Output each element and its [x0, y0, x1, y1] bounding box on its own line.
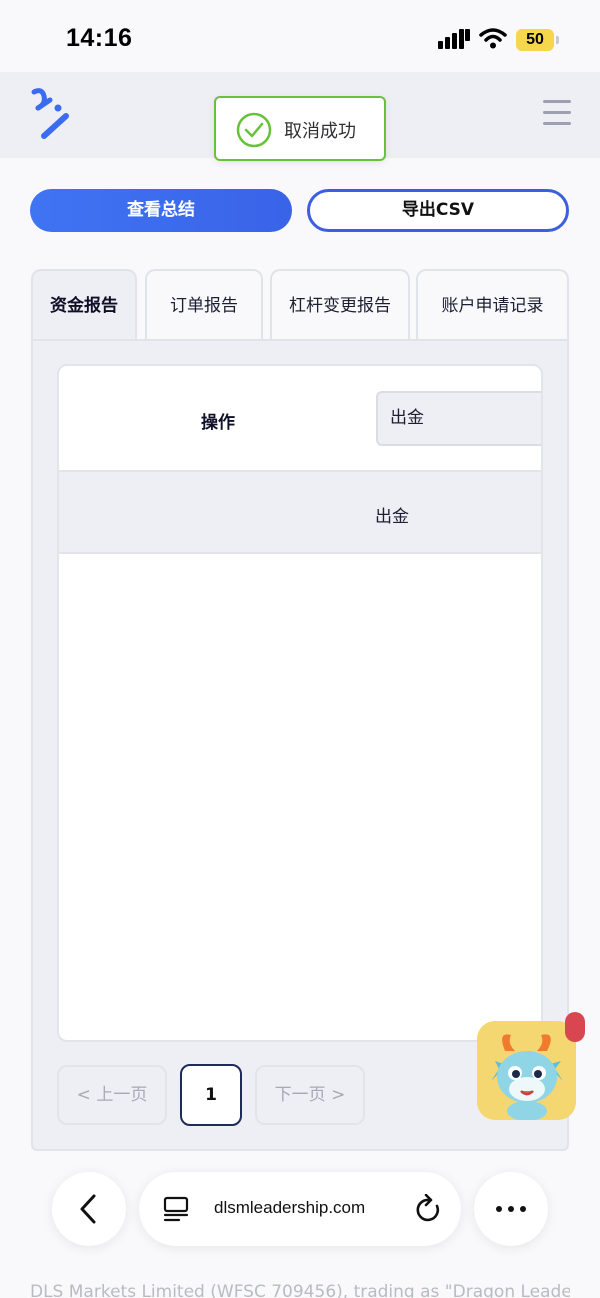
signal-icon [438, 29, 470, 49]
back-icon [80, 1194, 96, 1224]
tab-fund-report[interactable]: 资金报告 [31, 269, 137, 341]
export-csv-button[interactable]: 导出CSV [307, 189, 569, 232]
more-icon [496, 1206, 526, 1212]
tab-account-applications[interactable]: 账户申请记录 [416, 269, 569, 341]
notification-badge [565, 1012, 585, 1042]
operation-filter-select[interactable]: 出金 [376, 391, 541, 446]
address-bar[interactable]: dlsmleadership.com [139, 1172, 461, 1246]
mascot-icon[interactable] [477, 1021, 576, 1120]
reader-icon[interactable] [163, 1196, 189, 1222]
cell-operation: 出金 [375, 507, 409, 527]
menu-icon[interactable] [543, 100, 571, 130]
current-page-button[interactable]: 1 [180, 1064, 242, 1126]
status-bar: 14:16 50 [0, 0, 600, 72]
table-row: 出金 [59, 472, 541, 554]
back-button[interactable] [52, 1172, 126, 1246]
footer-text: DLS Markets Limited (WFSC 709456), tradi… [30, 1282, 570, 1298]
tab-leverage-report[interactable]: 杠杆变更报告 [270, 269, 410, 341]
reload-icon[interactable] [415, 1194, 443, 1224]
toast-message: 取消成功 [284, 121, 356, 142]
url-text: dlsmleadership.com [214, 1198, 366, 1217]
status-time: 14:16 [66, 24, 133, 52]
more-button[interactable] [474, 1172, 548, 1246]
next-page-button[interactable]: 下一页 > [255, 1065, 365, 1125]
column-header-operation: 操作 [201, 413, 235, 433]
check-circle-icon [236, 112, 272, 148]
prev-page-button[interactable]: < 上一页 [57, 1065, 167, 1125]
dragon-mascot-icon [491, 1034, 563, 1120]
report-table: 操作 出金 出金 [57, 364, 543, 1042]
view-summary-button[interactable]: 查看总结 [30, 189, 292, 232]
wifi-icon [479, 28, 507, 49]
battery-nub [556, 36, 559, 44]
logo-icon[interactable] [28, 86, 72, 144]
battery-level: 50 [516, 29, 554, 51]
tab-order-report[interactable]: 订单报告 [145, 269, 263, 341]
success-toast: 取消成功 [214, 96, 386, 161]
